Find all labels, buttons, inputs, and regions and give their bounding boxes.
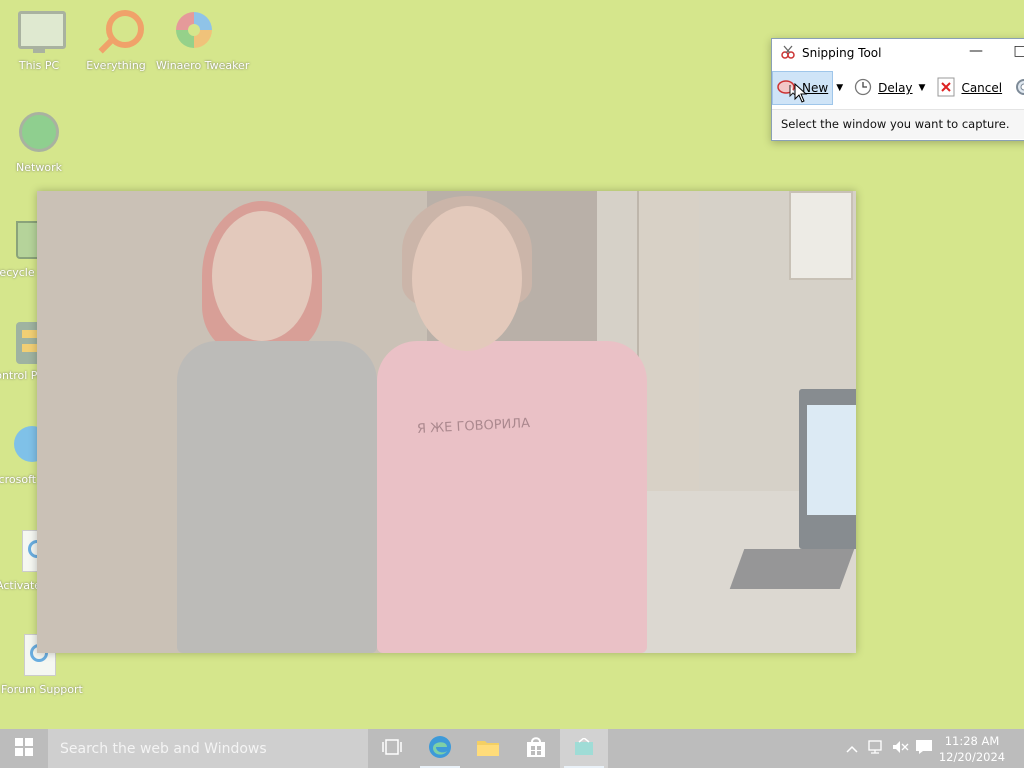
cancel-button[interactable]: Cancel bbox=[933, 71, 1006, 105]
show-desktop-button[interactable] bbox=[1008, 729, 1024, 768]
folder-icon bbox=[476, 737, 500, 760]
toolbar: New ▼ Delay ▼ Cancel bbox=[772, 70, 1024, 106]
mouse-cursor-icon bbox=[794, 82, 808, 106]
new-dropdown-button[interactable]: ▼ bbox=[833, 71, 846, 105]
taskbar-edge[interactable] bbox=[416, 729, 464, 768]
chevron-down-icon: ▼ bbox=[918, 83, 926, 93]
action-center-button[interactable] bbox=[912, 729, 936, 768]
desktop-icon-this-pc[interactable]: This PC bbox=[1, 8, 77, 73]
clock-icon bbox=[854, 78, 872, 99]
chevron-up-icon bbox=[846, 742, 858, 756]
clock[interactable]: 11:28 AM 12/20/2024 bbox=[936, 733, 1008, 765]
snipping-tool-icon bbox=[573, 737, 595, 759]
taskbar-store[interactable] bbox=[512, 729, 560, 768]
task-view-button[interactable] bbox=[368, 729, 416, 768]
start-button[interactable] bbox=[0, 729, 48, 768]
message-icon bbox=[915, 739, 933, 758]
volume-muted-icon bbox=[891, 739, 909, 758]
photo-window[interactable]: Я ЖЕ ГОВОРИЛА bbox=[37, 191, 856, 653]
desktop-icon-everything[interactable]: Everything bbox=[78, 8, 154, 73]
network-icon bbox=[867, 739, 885, 758]
window-title: Snipping Tool bbox=[802, 46, 882, 60]
search-placeholder: Search the web and Windows bbox=[60, 740, 267, 757]
network-tray-button[interactable] bbox=[864, 729, 888, 768]
delay-button[interactable]: Delay ▼ bbox=[850, 71, 929, 105]
snipping-tool-icon bbox=[780, 44, 796, 63]
taskbar-snipping-tool[interactable] bbox=[560, 729, 608, 768]
edge-icon bbox=[427, 734, 453, 763]
desktop: This PC Everything Winaero Tweaker Netwo… bbox=[0, 0, 1024, 730]
desktop-icon-winaero-tweaker[interactable]: Winaero Tweaker bbox=[156, 8, 249, 73]
chevron-down-icon: ▼ bbox=[836, 83, 844, 93]
windows-logo-icon bbox=[15, 738, 33, 759]
maximize-button[interactable]: □ bbox=[1010, 43, 1024, 61]
clock-time: 11:28 AM bbox=[944, 733, 1000, 748]
gear-icon bbox=[1014, 77, 1024, 100]
winaero-icon bbox=[170, 8, 218, 56]
volume-tray-button[interactable] bbox=[888, 729, 912, 768]
show-hidden-icons-button[interactable] bbox=[840, 729, 864, 768]
status-message: Select the window you want to capture. bbox=[772, 109, 1024, 139]
taskbar: Search the web and Windows 11:28 AM 12/2… bbox=[0, 729, 1024, 768]
globe-icon bbox=[15, 110, 63, 158]
clock-date: 12/20/2024 bbox=[938, 749, 1006, 764]
store-bag-icon bbox=[525, 736, 547, 761]
system-tray: 11:28 AM 12/20/2024 bbox=[840, 729, 1024, 768]
minimize-button[interactable]: — bbox=[966, 43, 986, 61]
monitor-icon bbox=[15, 8, 66, 56]
search-box[interactable]: Search the web and Windows bbox=[48, 729, 368, 768]
task-view-icon bbox=[382, 739, 402, 758]
snipping-tool-window[interactable]: Snipping Tool — □ New ▼ Delay ▼ Cancel S… bbox=[771, 38, 1024, 141]
magnifier-icon bbox=[92, 8, 144, 56]
title-bar[interactable]: Snipping Tool bbox=[772, 39, 1024, 67]
taskbar-file-explorer[interactable] bbox=[464, 729, 512, 768]
desktop-icon-network[interactable]: Network bbox=[1, 110, 77, 175]
cancel-x-icon bbox=[937, 77, 955, 100]
options-button[interactable] bbox=[1010, 71, 1024, 105]
